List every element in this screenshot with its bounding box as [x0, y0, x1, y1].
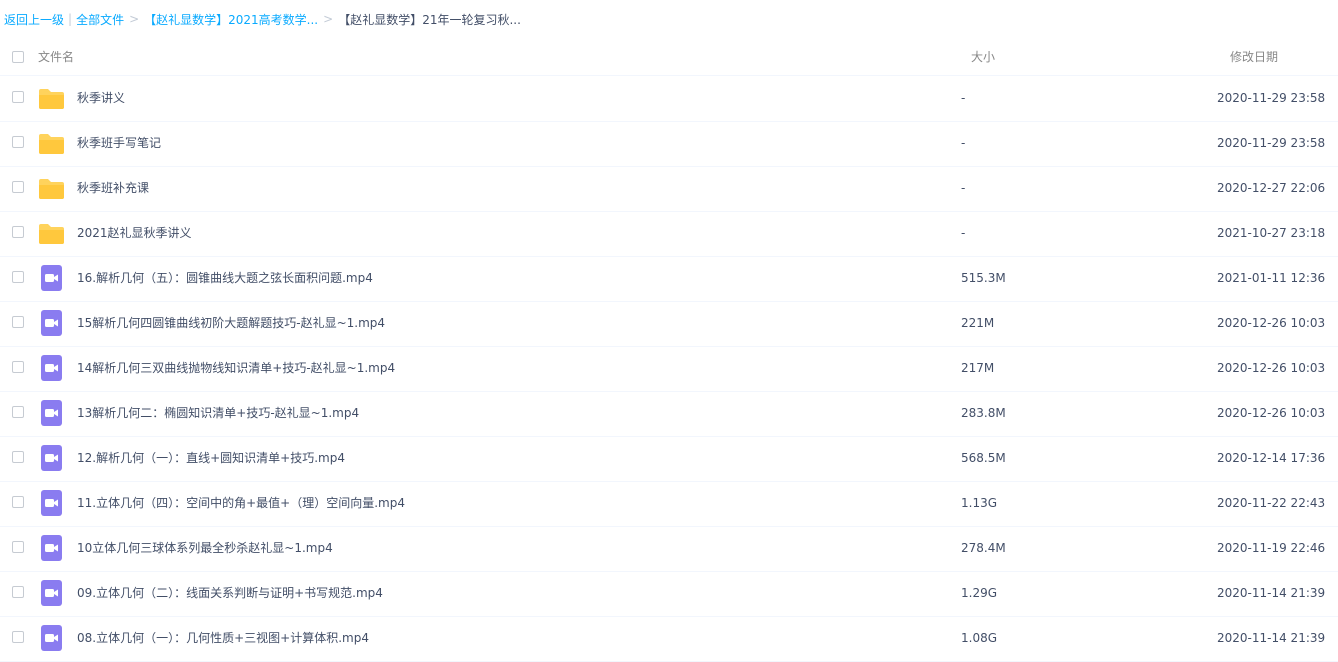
breadcrumb-separator: > — [323, 12, 334, 26]
file-row[interactable]: 10立体几何三球体系列最全秒杀赵礼显~1.mp4 278.4M 2020-11-19… — [0, 526, 1338, 572]
file-name[interactable]: 13解析几何二：椭圆知识清单+技巧-赵礼显~1.mp4 — [77, 391, 359, 435]
row-checkbox[interactable] — [12, 496, 24, 508]
file-size: - — [961, 181, 966, 195]
row-checkbox[interactable] — [12, 361, 24, 373]
row-checkbox[interactable] — [12, 136, 24, 148]
column-header-name[interactable]: 文件名 — [38, 41, 74, 73]
modified-date: 2020-12-26 10:03 — [1217, 406, 1326, 420]
file-name[interactable]: 秋季班手写笔记 — [77, 121, 161, 165]
modified-date: 2020-11-14 21:39 — [1217, 631, 1326, 645]
video-file-icon — [38, 580, 65, 606]
modified-date: 2021-10-27 23:18 — [1217, 226, 1326, 240]
column-header-date[interactable]: 修改日期 — [1230, 41, 1278, 73]
file-size: 515.3M — [961, 271, 1006, 285]
modified-date: 2020-11-29 23:58 — [1217, 91, 1326, 105]
row-checkbox[interactable] — [12, 181, 24, 193]
row-checkbox[interactable] — [12, 451, 24, 463]
video-file-icon — [38, 625, 65, 651]
file-row[interactable]: 14解析几何三双曲线抛物线知识清单+技巧-赵礼显~1.mp4 217M 2020-1… — [0, 346, 1338, 392]
file-size: - — [961, 91, 966, 105]
folder-row[interactable]: 秋季班手写笔记 - 2020-11-29 23:58 — [0, 121, 1338, 167]
file-size: 283.8M — [961, 406, 1006, 420]
file-name[interactable]: 10立体几何三球体系列最全秒杀赵礼显~1.mp4 — [77, 526, 333, 570]
select-all-checkbox[interactable] — [12, 51, 24, 63]
back-link[interactable]: 返回上一级 — [4, 11, 64, 28]
row-checkbox[interactable] — [12, 631, 24, 643]
modified-date: 2020-11-14 21:39 — [1217, 586, 1326, 600]
video-file-icon — [38, 445, 65, 471]
video-file-icon — [38, 265, 65, 291]
file-name[interactable]: 09.立体几何（二）：线面关系判断与证明+书写规范.mp4 — [77, 571, 383, 615]
folder-icon — [38, 85, 65, 111]
file-name[interactable]: 12.解析几何（一）：直线+圆知识清单+技巧.mp4 — [77, 436, 345, 480]
file-row[interactable]: 13解析几何二：椭圆知识清单+技巧-赵礼显~1.mp4 283.8M 2020-12… — [0, 391, 1338, 437]
row-checkbox[interactable] — [12, 406, 24, 418]
video-file-icon — [38, 535, 65, 561]
modified-date: 2020-11-22 22:43 — [1217, 496, 1326, 510]
breadcrumb-current-folder: 【赵礼显数学】21年一轮复习秋... — [338, 12, 521, 27]
row-checkbox[interactable] — [12, 91, 24, 103]
file-name[interactable]: 14解析几何三双曲线抛物线知识清单+技巧-赵礼显~1.mp4 — [77, 346, 395, 390]
file-name[interactable]: 秋季班补充课 — [77, 166, 149, 210]
row-checkbox[interactable] — [12, 271, 24, 283]
file-row[interactable]: 09.立体几何（二）：线面关系判断与证明+书写规范.mp4 1.29G 2020-1… — [0, 571, 1338, 617]
file-name[interactable]: 秋季讲义 — [77, 76, 125, 120]
folder-icon — [38, 130, 65, 156]
modified-date: 2020-12-14 17:36 — [1217, 451, 1326, 465]
modified-date: 2020-12-26 10:03 — [1217, 316, 1326, 330]
folder-row[interactable]: 秋季班补充课 - 2020-12-27 22:06 — [0, 166, 1338, 212]
modified-date: 2020-11-29 23:58 — [1217, 136, 1326, 150]
modified-date: 2020-11-19 22:46 — [1217, 541, 1326, 555]
modified-date: 2021-01-11 12:36 — [1217, 271, 1326, 285]
file-row[interactable]: 16.解析几何（五）：圆锥曲线大题之弦长面积问题.mp4 515.3M 2021-0… — [0, 256, 1338, 302]
folder-row[interactable]: 2021赵礼显秋季讲义 - 2021-10-27 23:18 — [0, 211, 1338, 257]
file-size: - — [961, 136, 966, 150]
modified-date: 2020-12-26 10:03 — [1217, 361, 1326, 375]
folder-icon — [38, 220, 65, 246]
video-file-icon — [38, 355, 65, 381]
file-list-header: 文件名 大小 修改日期 — [0, 41, 1338, 76]
breadcrumb: 返回上一级 | 全部文件 > 【赵礼显数学】2021高考数学... > 【赵礼显… — [4, 11, 521, 27]
file-row[interactable]: 12.解析几何（一）：直线+圆知识清单+技巧.mp4 568.5M 2020-12-… — [0, 436, 1338, 482]
file-row[interactable]: 11.立体几何（四）：空间中的角+最值+（理）空间向量.mp4 1.13G 2020… — [0, 481, 1338, 527]
file-name[interactable]: 08.立体几何（一）：几何性质+三视图+计算体积.mp4 — [77, 616, 369, 660]
breadcrumb-parent-folder[interactable]: 【赵礼显数学】2021高考数学... — [144, 11, 318, 28]
file-row[interactable]: 15解析几何四圆锥曲线初阶大题解题技巧-赵礼显~1.mp4 221M 2020-12… — [0, 301, 1338, 347]
file-size: 217M — [961, 361, 995, 375]
file-size: 1.08G — [961, 631, 998, 645]
modified-date: 2020-12-27 22:06 — [1217, 181, 1326, 195]
file-size: 1.13G — [961, 496, 998, 510]
breadcrumb-divider: | — [68, 12, 73, 26]
folder-icon — [38, 175, 65, 201]
file-name[interactable]: 11.立体几何（四）：空间中的角+最值+（理）空间向量.mp4 — [77, 481, 405, 525]
video-file-icon — [38, 400, 65, 426]
column-header-size[interactable]: 大小 — [971, 41, 995, 73]
row-checkbox[interactable] — [12, 226, 24, 238]
file-size: - — [961, 226, 966, 240]
video-file-icon — [38, 310, 65, 336]
file-size: 278.4M — [961, 541, 1006, 555]
row-checkbox[interactable] — [12, 316, 24, 328]
file-size: 568.5M — [961, 451, 1006, 465]
folder-row[interactable]: 秋季讲义 - 2020-11-29 23:58 — [0, 76, 1338, 122]
file-name[interactable]: 15解析几何四圆锥曲线初阶大题解题技巧-赵礼显~1.mp4 — [77, 301, 385, 345]
file-size: 1.29G — [961, 586, 998, 600]
file-name[interactable]: 16.解析几何（五）：圆锥曲线大题之弦长面积问题.mp4 — [77, 256, 373, 300]
breadcrumb-separator: > — [129, 12, 140, 26]
file-name[interactable]: 2021赵礼显秋季讲义 — [77, 211, 192, 255]
row-checkbox[interactable] — [12, 541, 24, 553]
video-file-icon — [38, 490, 65, 516]
breadcrumb-all-files[interactable]: 全部文件 — [76, 11, 124, 28]
file-row[interactable]: 08.立体几何（一）：几何性质+三视图+计算体积.mp4 1.08G 2020-11… — [0, 616, 1338, 662]
row-checkbox[interactable] — [12, 586, 24, 598]
file-size: 221M — [961, 316, 995, 330]
